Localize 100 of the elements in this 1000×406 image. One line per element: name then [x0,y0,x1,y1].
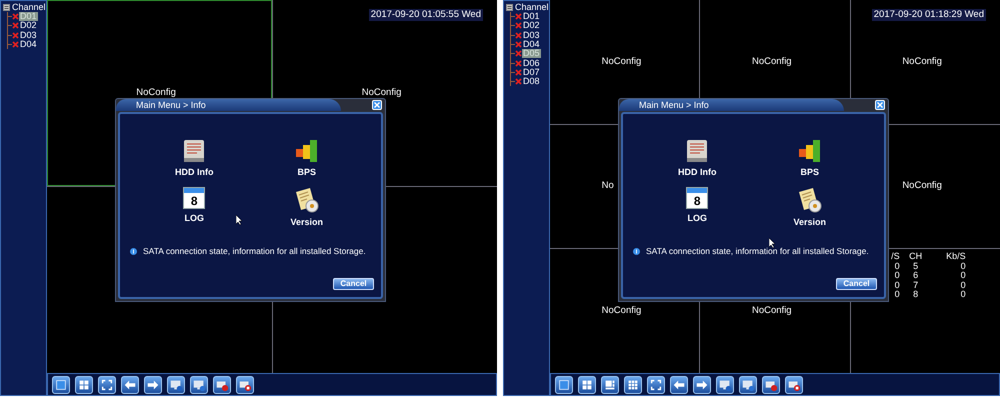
disconnected-x-icon [515,13,522,20]
nine-button[interactable] [624,376,642,394]
next-button[interactable] [144,376,162,394]
table-cell: 0 [960,271,966,281]
menu-item[interactable]: HDD Info [678,139,716,177]
table-header: /S [891,252,900,262]
channel-item[interactable]: D08 [522,77,541,86]
no-config-label: NoConfig [902,180,942,192]
quad-button[interactable] [75,376,93,394]
disconnected-x-icon [515,60,522,67]
bar-chart-icon [294,139,319,163]
table-cell: 0 [960,280,966,290]
menu-item[interactable]: 8 LOG [686,187,708,227]
calendar-icon: 8 [183,187,206,209]
quad-button[interactable] [578,376,596,394]
monitor-play-button[interactable] [716,376,734,394]
single-icon [54,378,68,392]
table-cell: 0 [894,280,900,290]
table-cell: 0 [894,271,900,281]
no-config-label: NoConfig [602,305,642,316]
table-cell: 6 [913,271,918,281]
menu-item[interactable]: BPS [798,139,822,177]
table-cell: 8 [913,290,918,300]
table-cell: 0 [894,290,900,300]
disconnected-x-icon [515,50,522,58]
channel-title: Channel [515,3,549,12]
disconnected-x-icon [515,22,522,30]
table-cell: 7 [913,280,918,290]
bar-chart-icon [798,139,822,163]
channel-item[interactable]: D04 [522,40,541,50]
prev-button[interactable] [670,376,688,394]
monitor-icon [741,378,755,392]
channel-item[interactable]: D01 [522,12,541,22]
nine-icon [626,378,640,392]
channel-item[interactable]: D03 [19,30,38,40]
monitor-play-icon [169,378,183,392]
dialog-title: Main Menu > Info [639,100,709,110]
close-button[interactable] [372,100,382,110]
mouse-cursor-icon [236,215,243,225]
no-config-label: No [602,180,614,192]
single-button[interactable] [555,376,573,394]
prev-button[interactable] [121,376,139,394]
disconnected-x-icon [515,41,522,48]
six-button[interactable] [601,376,619,394]
close-icon [877,102,883,108]
table-cell: 5 [913,262,918,272]
six-icon [603,378,617,392]
record-button[interactable] [762,376,780,394]
fullscreen-icon [649,378,663,392]
disconnected-x-icon [12,22,19,30]
channel-item[interactable]: D03 [522,30,541,40]
record-stop-button[interactable] [236,376,254,394]
close-icon [374,102,380,108]
table-header: CH [909,252,922,262]
info-text: SATA connection state, information for all installed Storage. [143,247,366,256]
fullscreen-button[interactable] [98,376,116,394]
no-config-label: NoConfig [136,87,176,98]
no-config-label: NoConfig [752,56,792,67]
single-button[interactable] [52,376,70,394]
fullscreen-button[interactable] [647,376,665,394]
no-config-label: NoConfig [902,56,942,67]
cancel-button[interactable]: Cancel [836,278,877,290]
table-cell: 0 [960,290,966,300]
cancel-button[interactable]: Cancel [333,278,374,290]
monitor-button[interactable] [190,376,208,394]
no-config-label: NoConfig [752,305,792,316]
channel-item[interactable]: D06 [522,58,541,68]
disconnected-x-icon [515,32,522,39]
menu-item[interactable]: Version [793,187,826,227]
document-disc-icon [796,187,823,213]
record-button[interactable] [213,376,231,394]
channel-item[interactable]: D04 [19,40,38,50]
channel-title: Channel [12,3,46,12]
disconnected-x-icon [12,41,19,48]
channel-item[interactable]: D02 [19,21,38,30]
menu-item[interactable]: HDD Info [175,139,214,177]
monitor-button[interactable] [739,376,757,394]
timestamp: 2017-09-20 01:18:29 Wed [872,9,986,21]
monitor-icon [192,378,206,392]
disconnected-x-icon [515,68,522,76]
disconnected-x-icon [12,13,19,20]
no-config-label: NoConfig [602,56,642,67]
record-stop-button[interactable] [785,376,803,394]
quad-icon [580,378,594,392]
fullscreen-icon [100,378,114,392]
tree-root-icon [506,4,513,11]
menu-item[interactable]: BPS [294,139,319,177]
menu-item[interactable]: 8 LOG [183,187,206,227]
no-config-label: NoConfig [362,87,402,98]
channel-item[interactable]: D07 [522,68,541,77]
tree-root-icon [3,4,10,11]
dialog-title: Main Menu > Info [136,100,206,110]
channel-item[interactable]: D02 [522,21,541,30]
next-button[interactable] [693,376,711,394]
menu-item[interactable]: Version [290,187,323,227]
calendar-icon: 8 [686,187,708,209]
timestamp: 2017-09-20 01:05:55 Wed [368,9,483,21]
table-header: Kb/S [946,252,966,262]
close-button[interactable] [875,100,885,110]
monitor-play-button[interactable] [167,376,185,394]
